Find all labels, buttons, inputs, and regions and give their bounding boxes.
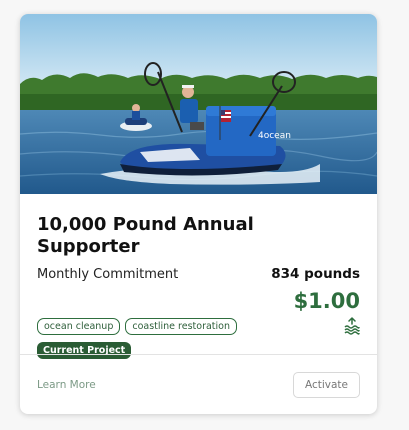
hero-image: 4ocean xyxy=(20,14,377,194)
activate-button[interactable]: Activate xyxy=(292,371,360,398)
tag-ocean-cleanup: ocean cleanup xyxy=(37,317,121,335)
card-footer: Learn More Activate xyxy=(20,354,377,414)
tag-list: ocean cleanup coastline restoration xyxy=(37,317,237,335)
water-waves-icon xyxy=(344,317,360,335)
supporter-card: 4ocean 10,000 Pound Annual Supporter Mon… xyxy=(20,14,377,414)
pounds-amount: 834 pounds xyxy=(271,266,360,282)
ocean-logo: 4ocean xyxy=(258,131,291,141)
commitment-label: Monthly Commitment xyxy=(37,267,179,282)
learn-more-link[interactable]: Learn More xyxy=(37,379,96,391)
tag-coastline-restoration: coastline restoration xyxy=(125,317,237,335)
card-title: 10,000 Pound Annual Supporter xyxy=(37,214,254,257)
price: $1.00 xyxy=(293,289,360,313)
